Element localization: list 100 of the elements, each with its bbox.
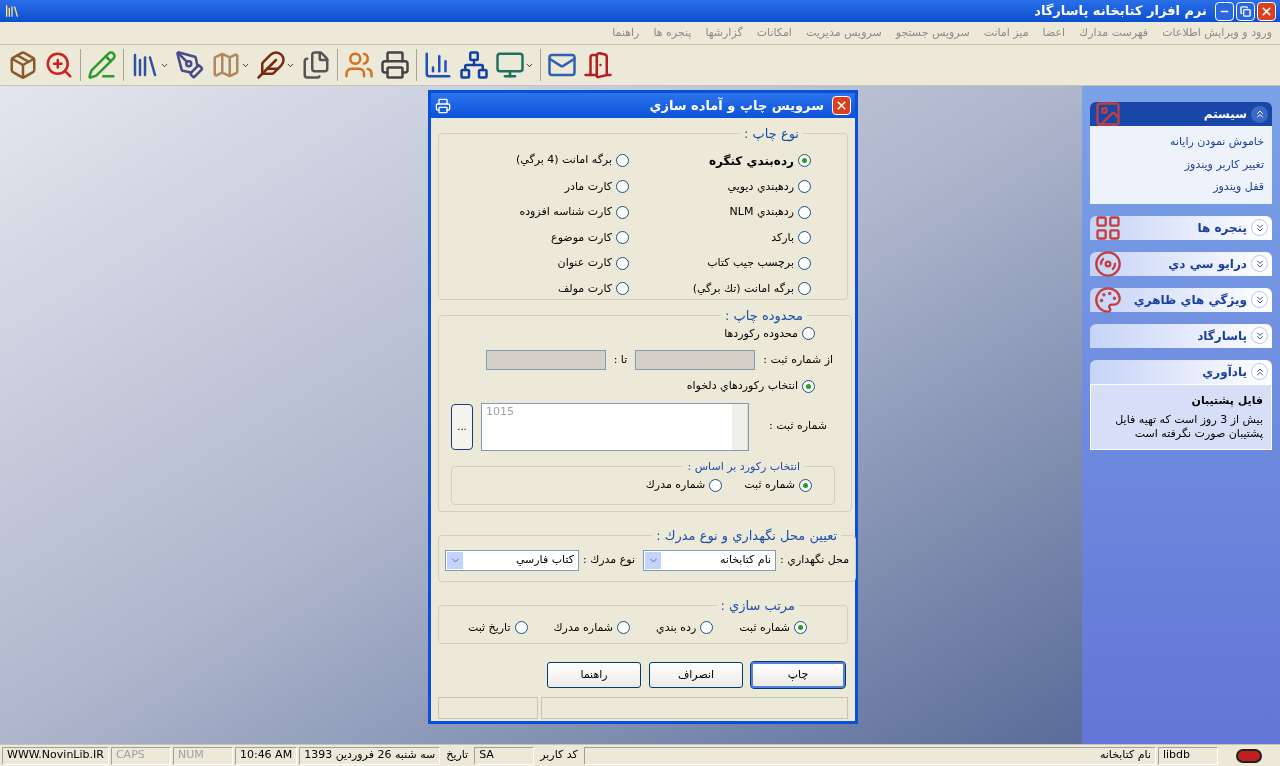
chevrons-icon[interactable] [1251,255,1268,272]
restore-button[interactable] [1236,1,1255,21]
chevrons-icon[interactable] [1251,363,1268,380]
printer-icon[interactable] [380,50,410,80]
radio-label: انتخاب ركوردهاي دلخواه [686,378,798,394]
to-field[interactable] [485,350,606,370]
feather-icon[interactable] [256,50,286,80]
panel-link[interactable]: قفل ويندوز [1098,179,1264,196]
package-icon[interactable] [8,50,38,80]
window-title: نرم افزار كتابخانه پاسارگاد [1034,2,1207,21]
panel-header[interactable]: ويژگي هاي ظاهري [1090,287,1272,312]
pencil-icon[interactable] [87,50,117,80]
monitor-icon[interactable] [495,50,525,80]
door-icon[interactable] [583,50,613,80]
radio-label: كارت مولف [557,280,612,297]
panel-link[interactable]: تغيير كاربر ويندوز [1098,156,1264,173]
status-label: كد كاربر [538,747,579,764]
radio-button[interactable] [798,282,811,296]
note-heading: فايل پشتيبان [1190,392,1263,409]
radio-button[interactable] [514,621,528,635]
status-panel: SA [474,746,535,765]
select-value: كتاب فارسي [515,551,574,568]
group-title: انتخاب ركورد بر اساس : [686,458,801,475]
app-logo-icon [1236,748,1262,763]
restore-icon [1240,5,1251,17]
radio-button[interactable] [616,205,629,219]
group-title: مرتب سازي : [719,597,796,616]
radio-label: برچسب جيب كتاب [707,255,794,271]
panel-header[interactable]: پاسارگاد [1090,323,1272,348]
dialog-button[interactable]: انصراف [649,662,743,688]
radio-label: رده‌بندي كنگره [708,152,794,170]
radio-button[interactable] [802,379,815,393]
network-icon[interactable] [459,50,489,80]
radio-label: محدوده ركوردها [724,325,798,342]
field-label: محل نگهداري : [780,551,850,568]
browse-button[interactable]: ... [451,403,473,450]
group-title: نوع چاپ : [743,125,800,144]
close-button[interactable] [832,96,851,115]
dialog-button[interactable]: راهنما [547,662,641,688]
radio-button[interactable] [799,478,812,492]
radio-label: برگه امانت (تك برگي) [692,280,794,297]
status-panel: WWW.NovinLib.IR [2,746,109,765]
close-icon [835,99,848,112]
radio-button[interactable] [798,205,811,219]
files-icon[interactable] [301,50,331,80]
chevrons-icon[interactable] [1251,105,1268,123]
dialog-button[interactable]: چاپ [751,662,845,688]
bar-chart-icon[interactable] [423,50,453,80]
group-title: تعيين محل نگهداري و نوع مدرك : [655,527,839,546]
status-panel: 10:46 AM [234,746,298,765]
radio-label: كارت موضوع [551,229,612,246]
radio-button[interactable] [616,256,629,270]
radio-button[interactable] [709,478,723,492]
from-field[interactable] [635,350,756,370]
scrollbar[interactable] [732,403,748,450]
radio-button[interactable] [798,180,811,194]
radio-button[interactable] [700,621,714,635]
disc-drive-icon [1094,249,1122,278]
radio-button[interactable] [798,231,811,245]
radio-label: كارت شناسه افزوده [519,204,612,220]
radio-button[interactable] [616,231,629,245]
panel-header[interactable]: سيستم [1090,102,1272,126]
field-value: 1015 [485,403,515,420]
panel-title: ويژگي هاي ظاهري [1133,291,1247,309]
location-select[interactable]: نام كتابخانه [643,549,777,571]
close-icon [1260,4,1273,18]
minimize-button[interactable] [1215,1,1234,21]
palette-icon [1094,285,1122,314]
type-select[interactable]: كتاب فارسي [445,549,579,571]
chevrons-icon[interactable] [1251,219,1268,236]
radio-button[interactable] [617,621,631,635]
radio-label: شماره ثبت [739,619,790,636]
panel-header[interactable]: پنجره ها [1090,215,1272,240]
panel-title: سيستم [1203,106,1247,123]
chevrons-icon[interactable] [1251,327,1268,344]
panel-title: يادآوري [1202,363,1247,381]
panel-header[interactable]: يادآوري [1090,359,1272,384]
radio-label: ردهبندي NLM [729,204,794,220]
chevrons-icon[interactable] [1251,291,1268,308]
pen-icon[interactable] [175,50,205,80]
panel-link[interactable]: خاموش نمودن رايانه [1098,134,1264,151]
note-text: بيش از 3 روز است كه تهيه فايل پشتيبان صورت نگرفته است [1114,413,1263,441]
radio-button[interactable] [802,327,815,341]
radio-button[interactable] [616,180,629,194]
radio-button[interactable] [798,154,811,167]
zoom-icon[interactable] [44,50,74,80]
radio-button[interactable] [616,154,629,167]
radio-label: كارت عنوان [557,255,612,271]
app-icon [4,3,20,19]
dialog-title: سرويس چاپ و آماده سازي [649,96,824,115]
radio-button[interactable] [798,256,811,270]
radio-button[interactable] [616,282,629,296]
field-label: از شماره ثبت : [763,351,833,368]
status-panel: libdb [1158,746,1218,765]
panel-header[interactable]: درايو سي دي [1090,251,1272,276]
radio-label: تاريخ ثبت [467,619,511,636]
radio-button[interactable] [794,621,807,635]
users-icon[interactable] [344,50,374,80]
close-button[interactable] [1257,1,1276,21]
status-label: تاريخ [445,747,470,764]
